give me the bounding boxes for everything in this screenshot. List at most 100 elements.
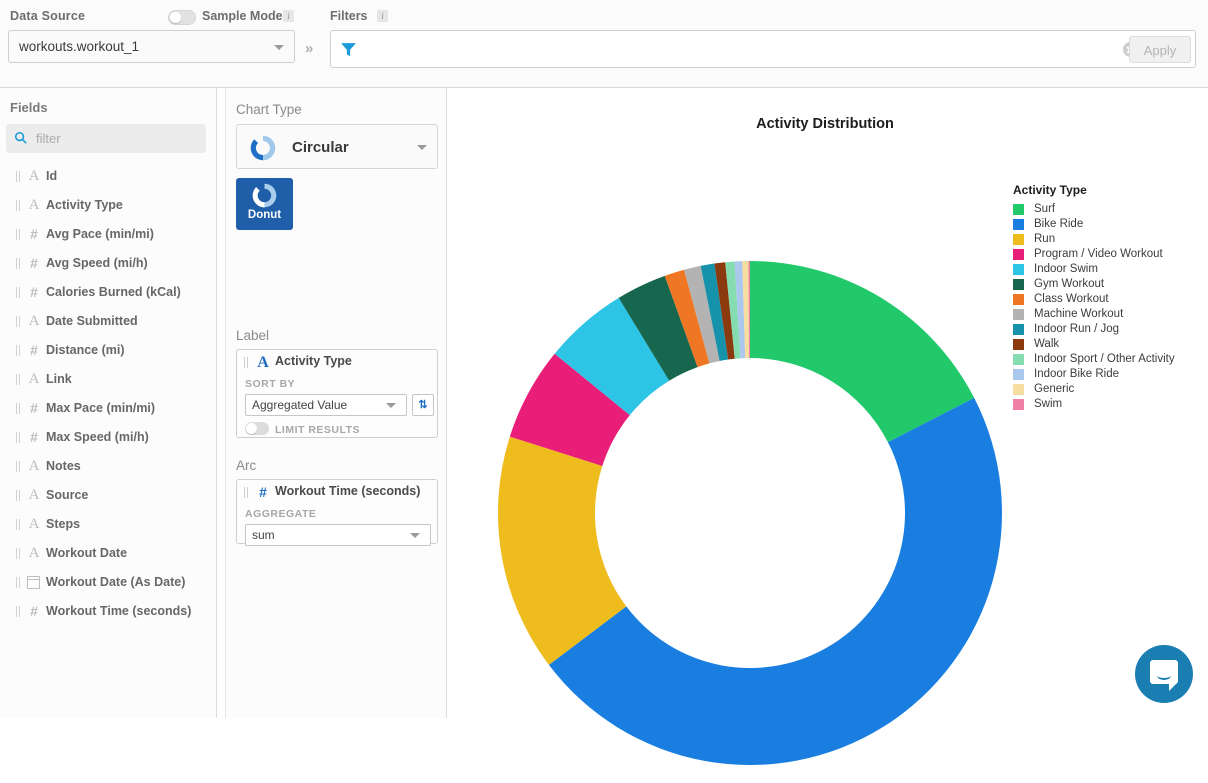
aggregate-select[interactable]: sum [245, 524, 431, 546]
legend-item[interactable]: Surf [1013, 202, 1208, 217]
legend-item[interactable]: Gym Workout [1013, 277, 1208, 292]
number-type-icon: # [256, 484, 270, 500]
legend-item[interactable]: Machine Workout [1013, 307, 1208, 322]
legend-swatch [1013, 324, 1024, 335]
label-field-pill[interactable]: A Activity Type [237, 350, 437, 374]
apply-button[interactable]: Apply [1129, 36, 1191, 63]
field-row[interactable]: #Workout Time (seconds) [0, 597, 217, 626]
drag-handle-icon[interactable] [16, 287, 21, 298]
funnel-icon [340, 41, 357, 58]
donut-chart[interactable] [480, 243, 1020, 783]
smile-icon [1157, 671, 1171, 680]
text-type-icon: A [27, 452, 41, 481]
field-row[interactable]: ASource [0, 481, 217, 510]
drag-handle-icon[interactable] [16, 200, 21, 211]
limit-results-toggle[interactable] [245, 422, 269, 435]
legend-item[interactable]: Indoor Swim [1013, 262, 1208, 277]
drag-handle-icon[interactable] [16, 345, 21, 356]
arc-shelf[interactable]: # Workout Time (seconds) AGGREGATE sum [236, 479, 438, 544]
field-label: Date Submitted [46, 307, 138, 336]
text-type-icon: A [27, 162, 41, 191]
expand-chevrons-icon[interactable]: » [305, 40, 313, 57]
field-label: Source [46, 481, 88, 510]
legend-item[interactable]: Indoor Bike Ride [1013, 367, 1208, 382]
drag-handle-icon[interactable] [16, 577, 21, 588]
aggregate-value: sum [252, 528, 275, 542]
intercom-launcher-button[interactable] [1135, 645, 1193, 703]
donut-chart-button[interactable]: Donut [236, 178, 293, 230]
field-row[interactable]: AId [0, 162, 217, 191]
label-shelf[interactable]: A Activity Type SORT BY Aggregated Value… [236, 349, 438, 438]
legend-label: Class Workout [1034, 292, 1109, 307]
sample-mode-toggle[interactable] [168, 10, 196, 25]
arc-field-pill[interactable]: # Workout Time (seconds) [237, 480, 437, 504]
search-icon [14, 131, 28, 145]
drag-handle-icon[interactable] [16, 403, 21, 414]
limit-results-title: LIMIT RESULTS [275, 424, 360, 436]
legend-swatch [1013, 354, 1024, 365]
field-row[interactable]: #Max Pace (min/mi) [0, 394, 217, 423]
filter-input-bar[interactable]: Apply [330, 30, 1196, 68]
sort-by-select[interactable]: Aggregated Value [245, 394, 407, 416]
toolbar: Data Source Sample Mode i Filters i work… [0, 0, 1208, 88]
legend-label: Swim [1034, 397, 1062, 412]
field-row[interactable]: #Distance (mi) [0, 336, 217, 365]
drag-handle-icon[interactable] [16, 258, 21, 269]
legend-item[interactable]: Indoor Run / Jog [1013, 322, 1208, 337]
donut-slice[interactable] [750, 261, 974, 442]
drag-handle-icon[interactable] [16, 316, 21, 327]
legend-item[interactable]: Bike Ride [1013, 217, 1208, 232]
field-row[interactable]: Workout Date (As Date) [0, 568, 217, 597]
legend-item[interactable]: Walk [1013, 337, 1208, 352]
filters-info-icon[interactable]: i [377, 10, 388, 22]
legend-item[interactable]: Class Workout [1013, 292, 1208, 307]
legend-item[interactable]: Program / Video Workout [1013, 247, 1208, 262]
chart-type-select[interactable]: Circular [236, 124, 438, 169]
field-row[interactable]: #Avg Pace (min/mi) [0, 220, 217, 249]
text-type-icon: A [256, 354, 270, 372]
field-row[interactable]: AActivity Type [0, 191, 217, 220]
legend-label: Machine Workout [1034, 307, 1123, 322]
field-row[interactable]: ALink [0, 365, 217, 394]
drag-handle-icon[interactable] [16, 432, 21, 443]
field-row[interactable]: ANotes [0, 452, 217, 481]
chat-bubble-icon [1150, 660, 1178, 684]
fields-filter-input[interactable]: filter [6, 124, 206, 153]
drag-handle-icon[interactable] [244, 357, 249, 368]
drag-handle-icon[interactable] [16, 548, 21, 559]
field-row[interactable]: #Calories Burned (kCal) [0, 278, 217, 307]
data-source-select[interactable]: workouts.workout_1 [8, 30, 295, 63]
field-row[interactable]: AWorkout Date [0, 539, 217, 568]
donut-button-label: Donut [236, 209, 293, 221]
legend-item[interactable]: Generic [1013, 382, 1208, 397]
drag-handle-icon[interactable] [16, 229, 21, 240]
sample-mode-info-icon[interactable]: i [283, 10, 294, 22]
legend-item[interactable]: Swim [1013, 397, 1208, 412]
circular-chart-icon [249, 134, 277, 162]
legend-items: SurfBike RideRunProgram / Video WorkoutI… [1013, 202, 1208, 412]
field-row[interactable]: ASteps [0, 510, 217, 539]
number-type-icon: # [27, 394, 41, 423]
number-type-icon: # [27, 249, 41, 278]
legend-swatch [1013, 279, 1024, 290]
legend-item[interactable]: Indoor Sport / Other Activity [1013, 352, 1208, 367]
field-label: Activity Type [46, 191, 123, 220]
chart-type-title: Chart Type [236, 102, 302, 117]
drag-handle-icon[interactable] [16, 374, 21, 385]
legend-item[interactable]: Run [1013, 232, 1208, 247]
legend-label: Walk [1034, 337, 1059, 352]
drag-handle-icon[interactable] [16, 490, 21, 501]
legend-label: Run [1034, 232, 1055, 247]
donut-slice[interactable] [549, 398, 1002, 765]
drag-handle-icon[interactable] [16, 606, 21, 617]
legend-label: Bike Ride [1034, 217, 1083, 232]
field-row[interactable]: ADate Submitted [0, 307, 217, 336]
drag-handle-icon[interactable] [16, 461, 21, 472]
drag-handle-icon[interactable] [244, 487, 249, 498]
sort-direction-button[interactable]: ⇅ [412, 394, 434, 416]
drag-handle-icon[interactable] [16, 519, 21, 530]
drag-handle-icon[interactable] [16, 171, 21, 182]
field-label: Max Speed (mi/h) [46, 423, 149, 452]
field-row[interactable]: #Max Speed (mi/h) [0, 423, 217, 452]
field-row[interactable]: #Avg Speed (mi/h) [0, 249, 217, 278]
